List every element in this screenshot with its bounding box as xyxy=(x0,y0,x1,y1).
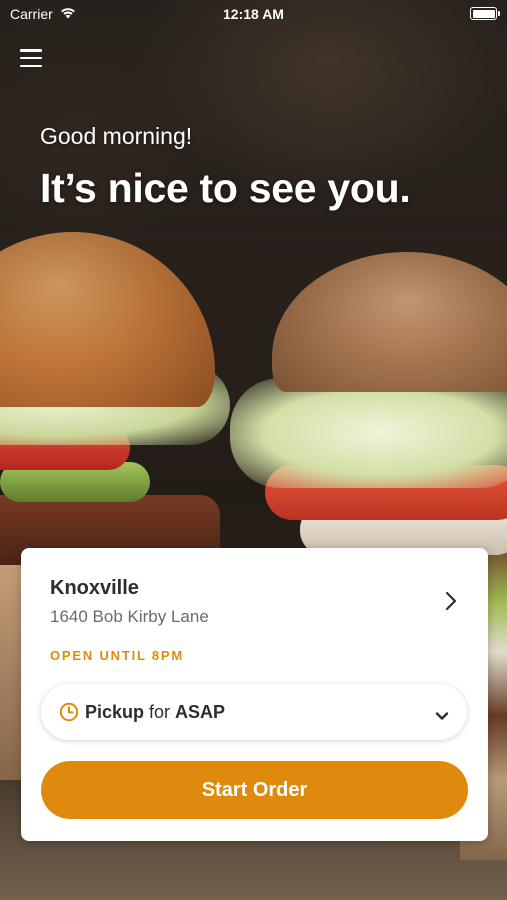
chevron-down-icon xyxy=(435,706,449,720)
status-time: 12:18 AM xyxy=(223,6,284,22)
store-hours-badge: OPEN UNTIL 8PM xyxy=(50,648,185,663)
pickup-time-dropdown[interactable]: Pickup for ASAP xyxy=(41,684,467,740)
pickup-time-label: ASAP xyxy=(175,701,226,722)
store-selector[interactable]: Knoxville 1640 Bob Kirby Lane xyxy=(21,548,488,648)
status-bar: Carrier 12:18 AM xyxy=(0,0,507,28)
pickup-connector-label: for xyxy=(149,701,171,722)
clock-icon xyxy=(59,702,79,722)
start-order-button[interactable]: Start Order xyxy=(41,761,468,819)
hamburger-menu-icon[interactable] xyxy=(18,46,44,70)
greeting-text: Good morning! xyxy=(40,123,193,149)
store-name: Knoxville xyxy=(50,577,139,599)
store-address: 1640 Bob Kirby Lane xyxy=(50,607,209,626)
store-card: Knoxville 1640 Bob Kirby Lane OPEN UNTIL… xyxy=(21,548,488,841)
chevron-right-icon[interactable] xyxy=(440,590,462,612)
pickup-mode-label: Pickup xyxy=(85,701,145,722)
headline-text: It’s nice to see you. xyxy=(40,165,411,211)
battery-icon xyxy=(470,7,500,20)
